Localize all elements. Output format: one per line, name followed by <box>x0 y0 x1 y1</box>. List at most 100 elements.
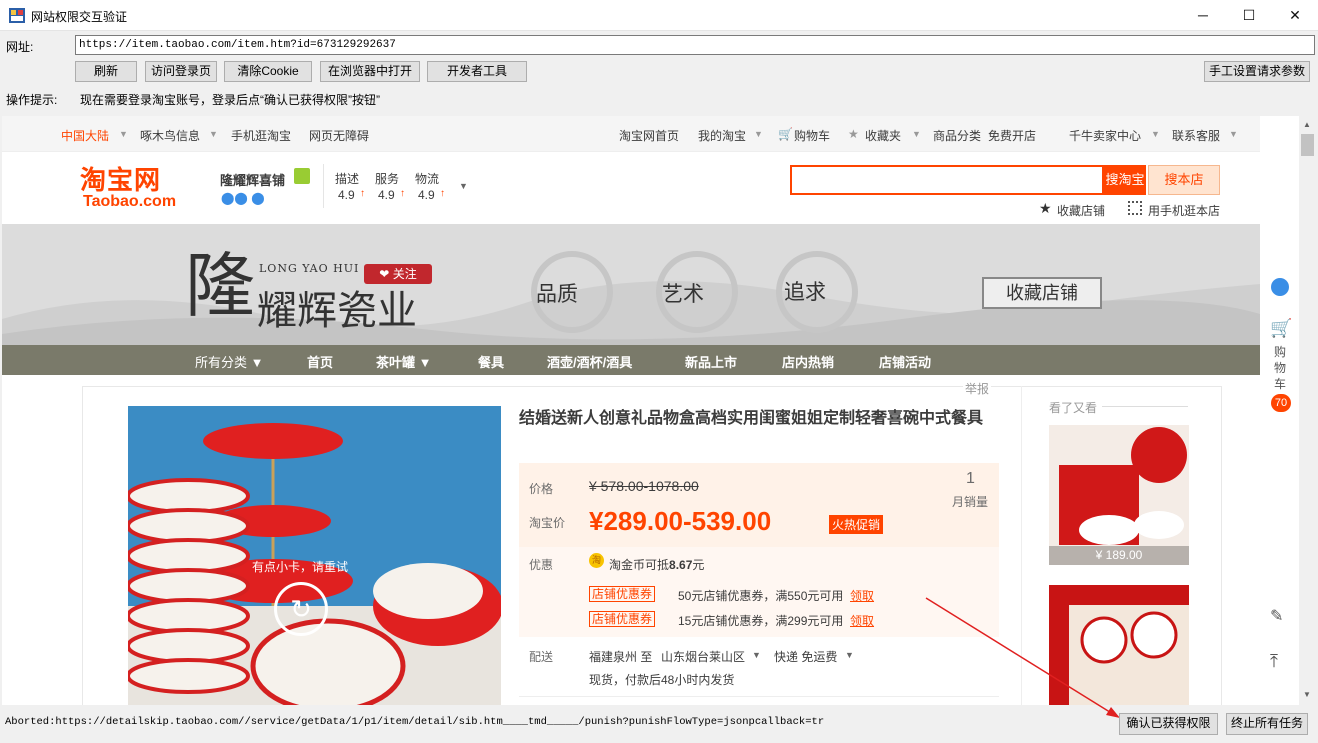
shop-name[interactable]: 隆耀辉喜铺 <box>220 170 285 189</box>
search-taobao-button[interactable]: 搜淘宝 <box>1104 165 1146 195</box>
banner-pinyin: LONG YAO HUI <box>259 262 360 275</box>
nav-service[interactable]: 联系客服 <box>1172 127 1220 144</box>
report-link[interactable]: 举报 <box>963 380 992 397</box>
banner-circle-quality: 品质 <box>536 283 578 306</box>
cat-new[interactable]: 新品上市 <box>685 352 737 371</box>
taobao-logo-en: Taobao.com <box>83 193 177 210</box>
cat-all[interactable]: 所有分类 ▼ <box>195 352 263 371</box>
sales-count: 1 <box>966 470 975 487</box>
price-original: ¥ 578.00-1078.00 <box>589 478 699 494</box>
divider <box>519 696 999 697</box>
nav-categories[interactable]: 商品分类 <box>933 127 981 144</box>
search-input[interactable] <box>790 165 1104 195</box>
scroll-thumb[interactable] <box>1301 134 1314 156</box>
fav-shop-link[interactable]: 收藏店铺 <box>1057 202 1105 219</box>
coin-value: 8.67 <box>669 558 693 572</box>
coupon-tag: 店铺优惠券 <box>589 611 656 627</box>
cat-wine[interactable]: 酒壶/酒杯/酒具 <box>547 352 632 371</box>
coupon-get-link[interactable]: 领取 <box>850 587 874 604</box>
chevron-down-icon: ▼ <box>912 129 921 139</box>
shop-banner: 隆 LONG YAO HUI ❤ 关注 耀辉瓷业 品质 艺术 追求 收藏店铺 <box>2 224 1260 345</box>
nav-open-shop[interactable]: 免费开店 <box>988 127 1036 144</box>
product-image[interactable] <box>128 406 501 705</box>
clear-cookie-button[interactable]: 清除Cookie <box>224 61 312 82</box>
chevron-down-icon: ▼ <box>119 129 128 139</box>
stop-all-tasks-button[interactable]: 终止所有任务 <box>1226 713 1308 735</box>
open-in-browser-button[interactable]: 在浏览器中打开 <box>320 61 420 82</box>
url-input[interactable]: https://item.taobao.com/item.htm?id=6731… <box>75 35 1315 55</box>
chevron-down-icon[interactable]: ▼ <box>459 181 468 191</box>
price-label: 价格 <box>529 482 554 496</box>
ship-fee: 快递 免运费 <box>774 650 838 664</box>
cat-tableware[interactable]: 餐具 <box>478 352 504 371</box>
manual-params-button[interactable]: 手工设置请求参数 <box>1204 61 1310 82</box>
chevron-down-icon: ▼ <box>209 129 218 139</box>
price-now: ¥289.00-539.00 <box>589 506 772 536</box>
hint-label: 操作提示: <box>6 93 58 107</box>
sidebar-cart-label[interactable]: 购物车 <box>1274 344 1288 392</box>
cat-events[interactable]: 店铺活动 <box>879 352 931 371</box>
nav-link[interactable]: 网页无障碍 <box>309 127 369 144</box>
chevron-down-icon: ▼ <box>752 650 761 660</box>
coupon-get-link[interactable]: 领取 <box>850 612 874 629</box>
arrow-up-icon: ↑ <box>440 188 445 199</box>
scroll-down-icon[interactable]: ▼ <box>1303 690 1311 699</box>
nav-cart[interactable]: 购物车 <box>794 127 830 144</box>
nav-favorites[interactable]: 收藏夹 <box>865 127 901 144</box>
nav-region[interactable]: 中国大陆 <box>61 127 109 144</box>
rating-service-value: 4.9 <box>378 188 395 202</box>
devtools-button[interactable]: 开发者工具 <box>427 61 527 82</box>
nav-mytaobao[interactable]: 我的淘宝 <box>698 127 746 144</box>
banner-fav-shop-button[interactable]: 收藏店铺 <box>982 277 1102 309</box>
chevron-down-icon: ▼ <box>1151 129 1160 139</box>
refresh-button[interactable]: 刷新 <box>75 61 137 82</box>
cat-tea-jar[interactable]: 茶叶罐 ▼ <box>376 352 431 371</box>
recommend-price: ¥ 189.00 <box>1049 546 1189 565</box>
web-browser-view[interactable]: 中国大陆 ▼ 啄木鸟信息 ▼ 手机逛淘宝 网页无障碍 淘宝网首页 我的淘宝 ▼ … <box>2 116 1299 705</box>
window-title: 网站权限交互验证 <box>31 10 128 24</box>
login-page-button[interactable]: 访问登录页 <box>145 61 217 82</box>
title-bar: 网站权限交互验证 ─ ☐ ✕ <box>0 0 1318 31</box>
assistant-icon[interactable] <box>1271 278 1289 296</box>
edit-icon[interactable]: ✎ <box>1270 606 1283 626</box>
app-icon <box>9 8 25 23</box>
scroll-up-icon[interactable]: ▲ <box>1303 120 1311 129</box>
cat-hot[interactable]: 店内热销 <box>782 352 834 371</box>
minimize-button[interactable]: ─ <box>1180 0 1226 31</box>
recommend-image[interactable] <box>1049 425 1189 565</box>
nav-link[interactable]: 手机逛淘宝 <box>231 127 291 144</box>
confirm-permission-button[interactable]: 确认已获得权限 <box>1119 713 1218 735</box>
coin-unit: 元 <box>692 558 705 572</box>
scrollbar[interactable]: ▲ ▼ <box>1299 116 1316 705</box>
back-to-top-icon[interactable]: ⤒ <box>1270 651 1278 672</box>
star-icon: ★ <box>848 127 859 141</box>
nav-home[interactable]: 淘宝网首页 <box>619 127 679 144</box>
cart-icon[interactable]: 🛒 <box>1270 318 1292 339</box>
cart-icon: 🛒 <box>778 127 793 141</box>
taobao-logo[interactable]: 淘宝网 <box>80 160 161 197</box>
divider <box>323 164 324 208</box>
rating-logistics-label: 物流 <box>415 172 440 186</box>
reload-icon[interactable]: ↻ <box>274 582 328 636</box>
banner-circle-pursuit: 追求 <box>784 281 826 304</box>
divider <box>1021 386 1022 705</box>
star-icon: ★ <box>1039 200 1052 216</box>
ship-from: 福建泉州 至 <box>589 650 653 664</box>
chevron-down-icon: ▼ <box>845 650 854 660</box>
close-button[interactable]: ✕ <box>1272 0 1318 31</box>
rating-logistics-value: 4.9 <box>418 188 435 202</box>
status-text: Aborted:https://detailskip.taobao.com//s… <box>5 716 825 728</box>
chevron-down-icon: ▼ <box>754 129 763 139</box>
hint-text: 现在需要登录淘宝账号，登录后点“确认已获得权限”按钮” <box>80 93 380 107</box>
search-shop-button[interactable]: 搜本店 <box>1148 165 1220 195</box>
ship-to-select[interactable]: 山东烟台莱山区 <box>661 648 745 665</box>
rating-service-label: 服务 <box>375 172 400 186</box>
maximize-button[interactable]: ☐ <box>1226 0 1272 31</box>
mobile-shop-link[interactable]: 用手机逛本店 <box>1148 202 1220 219</box>
cat-home[interactable]: 首页 <box>307 352 333 371</box>
coupon-text: 50元店铺优惠券，满550元可用 <box>678 589 844 603</box>
nav-seller[interactable]: 千牛卖家中心 <box>1069 127 1141 144</box>
recommend-image[interactable] <box>1049 585 1189 705</box>
tbprice-label: 淘宝价 <box>529 516 566 530</box>
nav-link[interactable]: 啄木鸟信息 <box>140 127 200 144</box>
